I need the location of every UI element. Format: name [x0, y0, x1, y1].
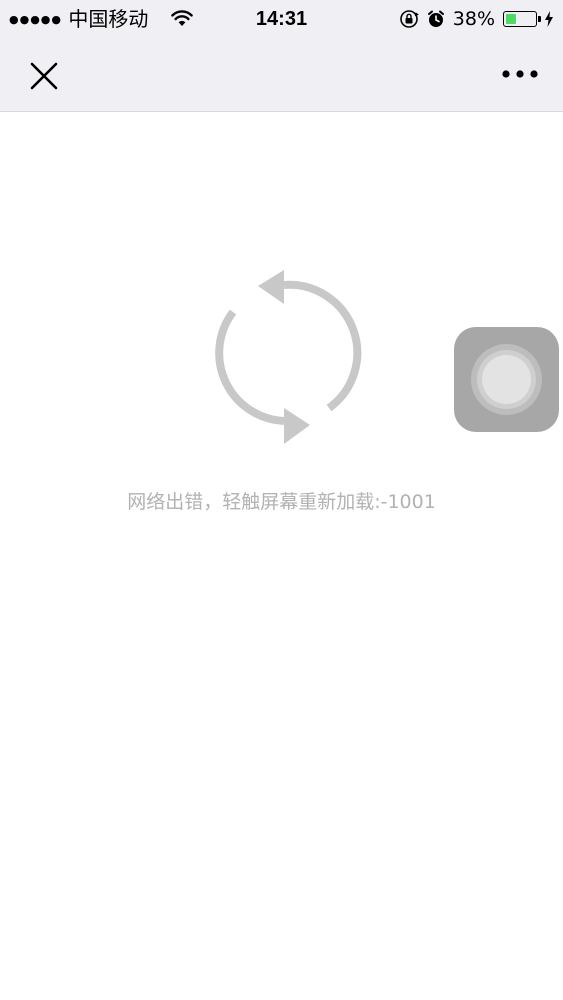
battery-icon — [503, 11, 541, 27]
battery-level — [506, 14, 516, 24]
assistive-touch-core — [482, 355, 531, 404]
status-bar: ●●●●● 中国移动 14:31 38% — [0, 0, 563, 38]
assistive-touch-button[interactable] — [454, 327, 559, 432]
refresh-icon[interactable] — [200, 262, 366, 452]
alarm-icon — [427, 10, 444, 27]
battery-percent: 38% — [452, 8, 495, 30]
charging-icon — [545, 11, 553, 27]
orientation-lock-icon — [399, 10, 419, 28]
status-right-group: 38% — [399, 6, 553, 32]
nav-bar — [0, 38, 563, 112]
close-icon[interactable] — [28, 60, 60, 92]
network-error-message[interactable]: 网络出错，轻触屏幕重新加载:-1001 — [0, 487, 563, 514]
battery-nub — [538, 16, 541, 22]
more-icon[interactable] — [501, 64, 539, 84]
